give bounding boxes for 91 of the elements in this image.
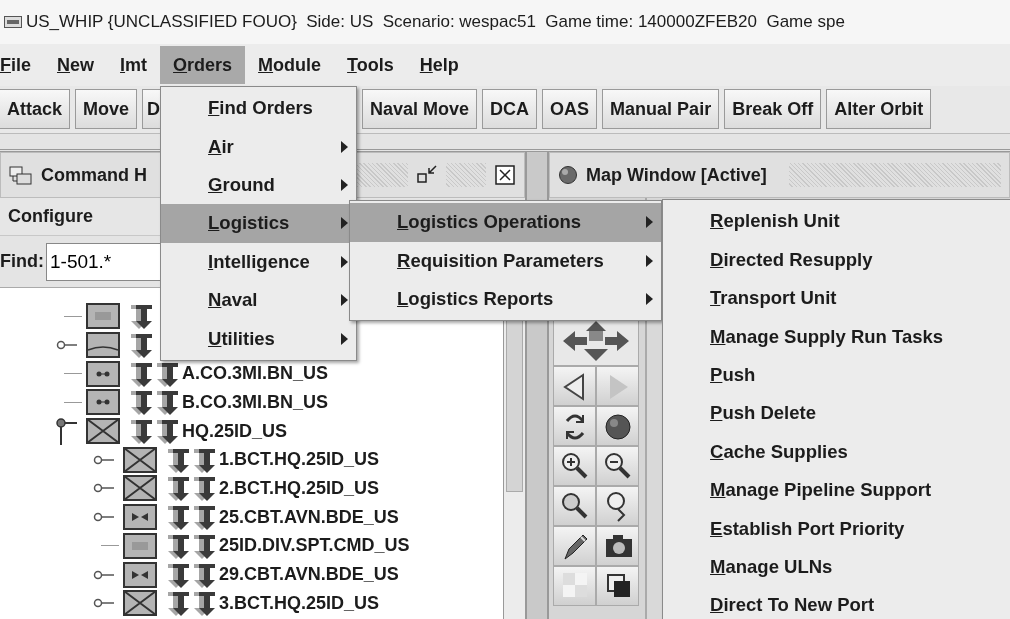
menu-item[interactable]: Module: [245, 46, 335, 84]
menu-item[interactable]: Establish Port Priority: [663, 509, 1010, 548]
menu-item[interactable]: Manage Supply Run Tasks: [663, 317, 1010, 356]
aviation-unit-icon: [123, 504, 157, 531]
down-arrow-icon: [156, 389, 180, 416]
intelligence-unit-icon: [86, 389, 120, 416]
menu-item[interactable]: Logistics Operations: [350, 203, 662, 242]
expand-handle-icon[interactable]: [93, 453, 115, 466]
menu-item[interactable]: Replenish Unit: [663, 202, 1010, 241]
tree-item[interactable]: 3.BCT.HQ.25ID_US: [219, 589, 380, 617]
menu-item[interactable]: Directed Resupply: [663, 240, 1010, 279]
tree-item[interactable]: 29.CBT.AVN.BDE_US: [219, 561, 399, 589]
configure-menu[interactable]: Configure: [8, 203, 93, 230]
down-arrow-icon: [130, 332, 154, 359]
close-icon[interactable]: [494, 164, 516, 186]
toolbar-button[interactable]: OAS: [542, 89, 598, 129]
down-arrow-icon: [167, 446, 191, 473]
toolbar-button[interactable]: Attack: [0, 89, 71, 129]
down-arrow-icon: [193, 475, 217, 502]
toolbar-button[interactable]: Break Off: [724, 89, 822, 129]
toolbar-button[interactable]: Alter Orbit: [826, 89, 932, 129]
tree-item[interactable]: 25ID.DIV.SPT.CMD_US: [219, 532, 410, 560]
tree-item[interactable]: HQ.25ID_US: [182, 417, 288, 445]
expand-handle-icon[interactable]: [93, 511, 115, 524]
toolbar-button[interactable]: Move: [75, 89, 138, 129]
panel-title: Command H: [41, 163, 147, 187]
down-arrow-icon: [156, 418, 180, 445]
menu-item[interactable]: Push Delete: [663, 394, 1010, 433]
down-arrow-icon: [193, 590, 217, 617]
intelligence-unit-icon: [86, 360, 120, 387]
down-arrow-icon: [130, 303, 154, 330]
menu-item[interactable]: Direct To New Port: [663, 586, 1010, 619]
infantry-unit-icon: [123, 475, 157, 502]
toolbar-button[interactable]: DCA: [482, 89, 538, 129]
tree-item[interactable]: 2.BCT.HQ.25ID_US: [219, 474, 380, 502]
menu-item[interactable]: Manage Pipeline Support: [663, 470, 1010, 510]
menu-item[interactable]: Transport Unit: [663, 278, 1010, 318]
support-unit-icon: [123, 532, 157, 559]
collapse-handle-icon[interactable]: [56, 417, 78, 446]
support-unit-icon: [86, 303, 120, 330]
down-arrow-icon: [156, 360, 180, 387]
tree-item[interactable]: B.CO.3MI.BN_US: [182, 388, 329, 416]
menu-item[interactable]: Manage ULNs: [663, 547, 1010, 587]
down-arrow-icon: [193, 561, 217, 588]
expand-handle-icon[interactable]: [93, 568, 115, 581]
down-arrow-icon: [130, 360, 154, 387]
down-arrow-icon: [167, 532, 191, 559]
aviation-unit-icon: [123, 561, 157, 588]
infantry-unit-icon: [123, 590, 157, 617]
menu-item[interactable]: New: [44, 46, 108, 84]
expand-handle-icon[interactable]: [93, 482, 115, 495]
find-label: Find:: [0, 250, 44, 273]
expand-handle-icon[interactable]: [93, 597, 115, 610]
menu-item[interactable]: Air: [161, 127, 357, 166]
panel-title: Map Window [Active]: [586, 163, 767, 187]
unit-symbol-icon: [86, 332, 120, 359]
tree-item[interactable]: 1.BCT.HQ.25ID_US: [219, 446, 380, 474]
menu-item[interactable]: Requisition Parameters: [350, 241, 662, 280]
down-arrow-icon: [167, 504, 191, 531]
menu-item[interactable]: Ground: [161, 165, 357, 205]
menu-item[interactable]: File: [0, 46, 44, 84]
down-arrow-icon: [193, 446, 217, 473]
tree-item[interactable]: 25.CBT.AVN.BDE_US: [219, 503, 399, 531]
command-tree-icon: [9, 164, 33, 186]
menu-item[interactable]: Tools: [334, 46, 407, 84]
infantry-unit-icon: [86, 418, 120, 445]
menu-item[interactable]: Imt: [107, 46, 161, 84]
hatched-strip: [446, 163, 486, 187]
down-arrow-icon: [130, 389, 154, 416]
down-arrow-icon: [167, 561, 191, 588]
globe-icon: [558, 165, 578, 185]
tree-item[interactable]: A.CO.3MI.BN_US: [182, 360, 329, 388]
down-arrow-icon: [193, 532, 217, 559]
toolbar-button[interactable]: Manual Pair: [602, 89, 720, 129]
down-arrow-icon: [167, 590, 191, 617]
down-arrow-icon: [193, 504, 217, 531]
menu-item[interactable]: Logistics Reports: [350, 279, 662, 319]
expand-handle-icon[interactable]: [56, 339, 78, 352]
menu-item[interactable]: Utilities: [161, 319, 357, 358]
pan-arrows-icon[interactable]: [561, 319, 631, 363]
minimize-icon[interactable]: [416, 164, 438, 186]
window-title: US_WHIP {UNCLASSIFIED FOUO} Side: US Scenario: wespac51 Game time: 140000ZFEB20 Game spe: [26, 11, 845, 34]
menu-item[interactable]: Cache Supplies: [663, 432, 1010, 471]
menu-item[interactable]: Push: [663, 355, 1010, 395]
menu-item[interactable]: Help: [406, 46, 472, 84]
down-arrow-icon: [167, 475, 191, 502]
infantry-unit-icon: [123, 446, 157, 473]
toolbar-button[interactable]: Naval Move: [362, 89, 478, 129]
app-icon: [4, 15, 22, 29]
menu-item[interactable]: Orders: [160, 46, 246, 84]
down-arrow-icon: [130, 418, 154, 445]
